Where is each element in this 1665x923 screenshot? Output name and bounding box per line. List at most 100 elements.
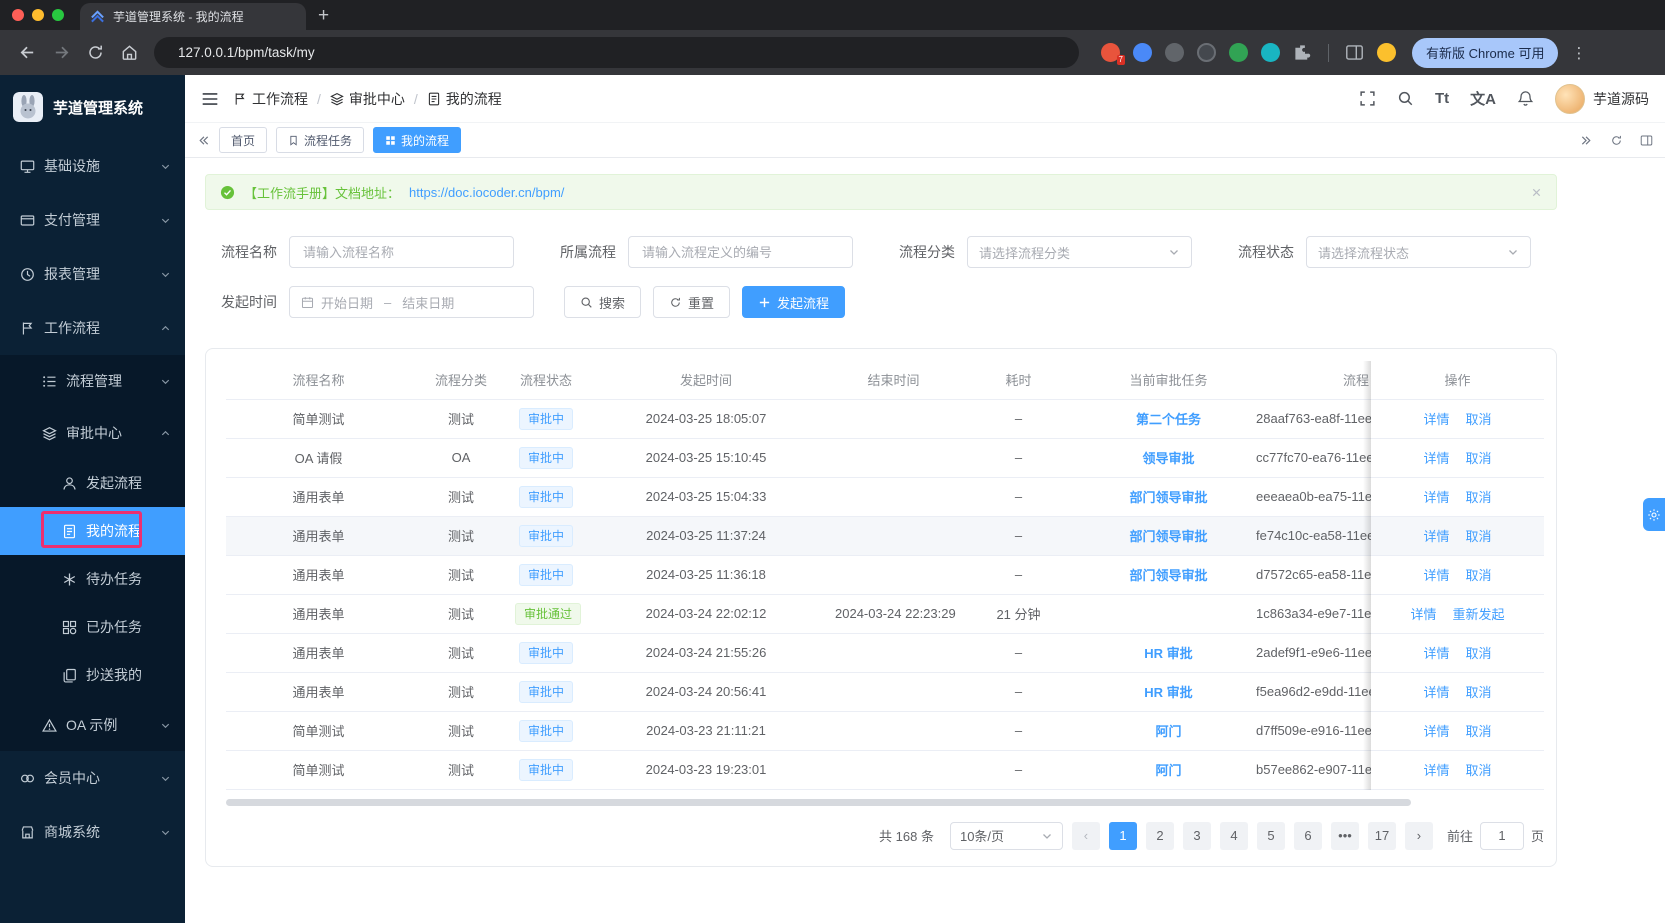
sidebar-item[interactable]: 审批中心	[0, 407, 185, 459]
fullscreen-icon[interactable]	[1359, 90, 1376, 107]
sidebar-item[interactable]: 发起流程	[0, 459, 185, 507]
current-task-link[interactable]: 阿门	[1155, 763, 1181, 778]
tags-scroll-right-icon[interactable]	[1580, 134, 1593, 147]
detail-link[interactable]: 详情	[1423, 565, 1449, 584]
doc-link[interactable]: https://doc.iocoder.cn/bpm/	[409, 185, 564, 200]
date-range-picker[interactable]: 开始日期 – 结束日期	[289, 286, 534, 318]
detail-link[interactable]: 详情	[1423, 409, 1449, 428]
detail-link[interactable]: 详情	[1423, 526, 1449, 545]
reload-button[interactable]	[80, 38, 110, 68]
page-ellipsis[interactable]: •••	[1330, 821, 1359, 850]
extension-icon[interactable]	[1165, 43, 1184, 62]
cancel-link[interactable]: 取消	[1466, 721, 1492, 740]
forward-button[interactable]	[46, 38, 76, 68]
process-name-input[interactable]	[301, 243, 502, 261]
restart-link[interactable]: 重新发起	[1453, 604, 1505, 623]
extension-icon[interactable]	[1197, 43, 1216, 62]
sidebar-item[interactable]: 会员中心	[0, 751, 185, 805]
extension-icon[interactable]	[1229, 43, 1248, 62]
breadcrumb-item[interactable]: 审批中心	[330, 89, 405, 109]
sidebar-item[interactable]: 待办任务	[0, 555, 185, 603]
next-page-button[interactable]: ›	[1404, 821, 1433, 850]
sidebar-item[interactable]: OA 示例	[0, 699, 185, 751]
layout-panel-icon[interactable]	[1640, 134, 1653, 147]
page-button[interactable]: 3	[1182, 821, 1211, 850]
zoom-window-button[interactable]	[52, 9, 64, 21]
detail-link[interactable]: 详情	[1423, 448, 1449, 467]
app-logo[interactable]: 芋道管理系统	[0, 75, 185, 139]
tag-view-item[interactable]: 首页	[219, 127, 268, 153]
side-panel-icon[interactable]	[1345, 43, 1364, 62]
page-size-select[interactable]: 10条/页	[949, 821, 1063, 850]
notification-bell-icon[interactable]	[1517, 90, 1534, 107]
extension-icon[interactable]	[1261, 43, 1280, 62]
chrome-update-button[interactable]: 有新版 Chrome 可用	[1412, 37, 1559, 68]
profile-avatar-icon[interactable]	[1377, 43, 1396, 62]
locale-switch-icon[interactable]: 文A	[1470, 88, 1496, 109]
breadcrumb-item[interactable]: 工作流程	[233, 89, 308, 109]
scrollbar-thumb[interactable]	[226, 798, 1411, 806]
sidebar-item[interactable]: 流程管理	[0, 355, 185, 407]
cancel-link[interactable]: 取消	[1466, 526, 1492, 545]
page-button[interactable]: 4	[1219, 821, 1248, 850]
prev-page-button[interactable]: ‹	[1071, 821, 1100, 850]
tag-view-item[interactable]: 流程任务	[276, 127, 365, 153]
new-tab-button[interactable]: +	[318, 6, 329, 25]
current-task-link[interactable]: 阿门	[1155, 724, 1181, 739]
current-task-link[interactable]: 领导审批	[1142, 451, 1194, 466]
minimize-window-button[interactable]	[32, 9, 44, 21]
search-button[interactable]: 搜索	[564, 286, 642, 318]
current-task-link[interactable]: 第二个任务	[1136, 412, 1201, 427]
back-button[interactable]	[12, 38, 42, 68]
tags-refresh-icon[interactable]	[1610, 134, 1623, 147]
browser-tab[interactable]: 芋道管理系统 - 我的流程	[80, 3, 306, 30]
process-category-select[interactable]: 请选择流程分类	[967, 236, 1192, 268]
page-button[interactable]: 2	[1145, 821, 1174, 850]
tag-view-item[interactable]: 我的流程	[373, 127, 462, 153]
search-icon[interactable]	[1397, 90, 1414, 107]
tags-scroll-left-icon[interactable]	[197, 134, 210, 147]
current-task-link[interactable]: HR 审批	[1144, 685, 1192, 700]
sidebar-item[interactable]: 工作流程	[0, 301, 185, 355]
create-process-button[interactable]: 发起流程	[742, 286, 846, 318]
extensions-puzzle-icon[interactable]	[1293, 43, 1312, 62]
page-button[interactable]: 17	[1367, 821, 1396, 850]
close-window-button[interactable]	[12, 9, 24, 21]
sidebar-item[interactable]: 已办任务	[0, 603, 185, 651]
reset-button[interactable]: 重置	[653, 286, 731, 318]
detail-link[interactable]: 详情	[1423, 487, 1449, 506]
collapse-sidebar-icon[interactable]	[201, 90, 219, 108]
cancel-link[interactable]: 取消	[1466, 565, 1492, 584]
page-button[interactable]: 5	[1256, 821, 1285, 850]
sidebar-item[interactable]: 支付管理	[0, 193, 185, 247]
detail-link[interactable]: 详情	[1423, 760, 1449, 779]
current-task-link[interactable]: HR 审批	[1144, 646, 1192, 661]
process-definition-input[interactable]	[640, 243, 841, 261]
page-button[interactable]: 1	[1108, 821, 1137, 850]
banner-close-icon[interactable]	[1531, 187, 1542, 198]
cancel-link[interactable]: 取消	[1466, 643, 1492, 662]
user-menu[interactable]: 芋道源码	[1555, 83, 1649, 114]
detail-link[interactable]: 详情	[1423, 721, 1449, 740]
cancel-link[interactable]: 取消	[1466, 448, 1492, 467]
detail-link[interactable]: 详情	[1410, 604, 1436, 623]
breadcrumb-item[interactable]: 我的流程	[427, 89, 502, 109]
cancel-link[interactable]: 取消	[1466, 682, 1492, 701]
current-task-link[interactable]: 部门领导审批	[1129, 568, 1207, 583]
current-task-link[interactable]: 部门领导审批	[1129, 529, 1207, 544]
goto-page-input[interactable]	[1479, 821, 1524, 850]
sidebar-item[interactable]: 报表管理	[0, 247, 185, 301]
sidebar-item[interactable]: 基础设施	[0, 139, 185, 193]
url-bar[interactable]: 127.0.0.1/bpm/task/my	[154, 37, 1079, 68]
sidebar-item[interactable]: 商城系统	[0, 805, 185, 859]
theme-settings-button[interactable]	[1643, 498, 1665, 531]
browser-menu-kebab-icon[interactable]: ⋮	[1571, 44, 1586, 62]
cancel-link[interactable]: 取消	[1466, 409, 1492, 428]
extension-icon[interactable]: 7	[1101, 43, 1125, 65]
detail-link[interactable]: 详情	[1423, 643, 1449, 662]
font-size-icon[interactable]: Tt	[1435, 90, 1449, 107]
detail-link[interactable]: 详情	[1423, 682, 1449, 701]
page-button[interactable]: 6	[1293, 821, 1322, 850]
home-button[interactable]	[114, 38, 144, 68]
sidebar-item[interactable]: 抄送我的	[0, 651, 185, 699]
